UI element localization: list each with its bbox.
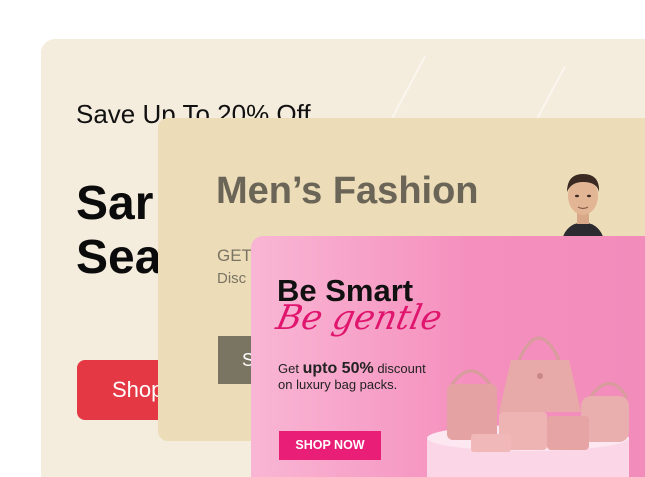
- model-portrait-image: [561, 174, 605, 246]
- banner-title: Sar Sea: [76, 177, 162, 284]
- banner-title: Men’s Fashion: [216, 170, 479, 212]
- banner-description: Get upto 50% discount on luxury bag pack…: [278, 360, 426, 393]
- banner-script-tagline: Be gentle: [272, 298, 446, 338]
- banner-subtitle: GET: [217, 246, 252, 265]
- shop-now-button[interactable]: SHOP NOW: [279, 431, 381, 460]
- handbag-set-image: [447, 336, 629, 452]
- luxury-bags-banner: Be Smart Be gentle Get upto 50% discount…: [251, 236, 645, 477]
- banner-description: Disc: [217, 270, 247, 287]
